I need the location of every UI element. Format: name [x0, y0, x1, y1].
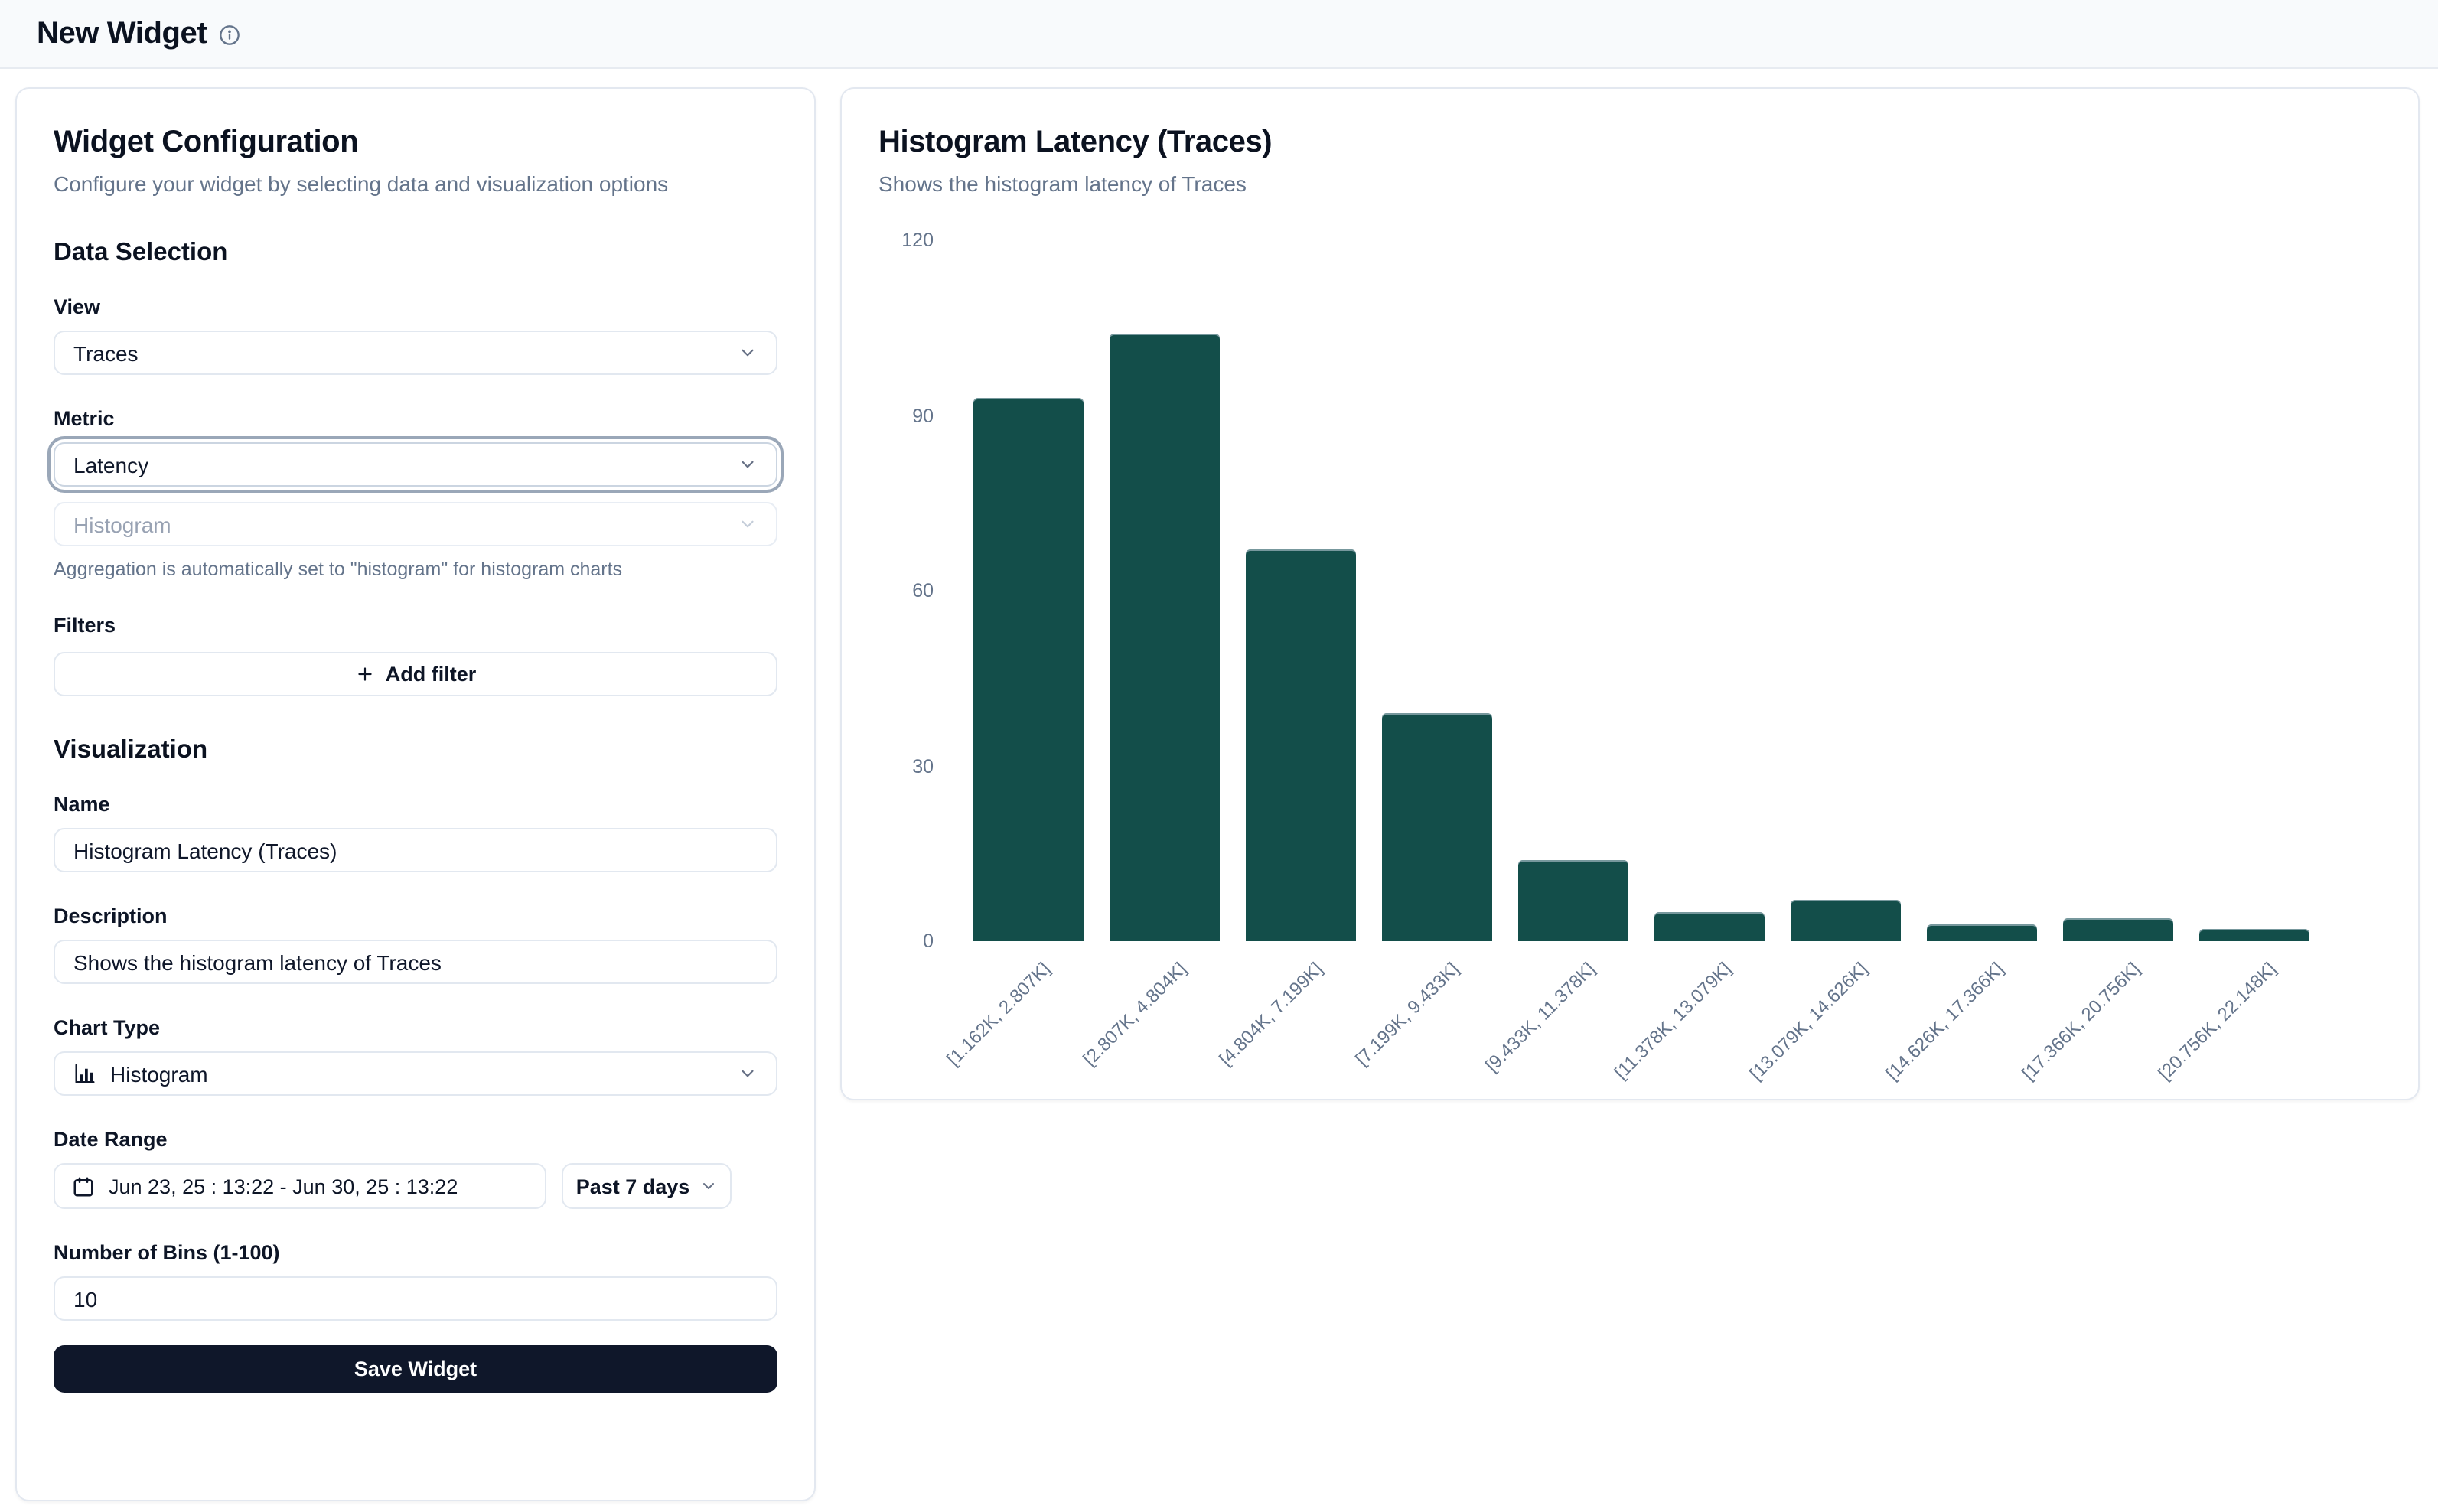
name-label: Name: [54, 793, 777, 816]
visualization-heading: Visualization: [54, 736, 777, 765]
view-label: View: [54, 295, 777, 318]
date-range-row: Jun 23, 25 : 13:22 - Jun 30, 25 : 13:22 …: [54, 1163, 777, 1209]
y-tick-label: 120: [878, 228, 934, 253]
preview-subtitle: Shows the histogram latency of Traces: [878, 170, 2381, 199]
metric-select[interactable]: Latency: [54, 442, 777, 487]
bins-label: Number of Bins (1-100): [54, 1241, 777, 1264]
metric-label: Metric: [54, 407, 777, 430]
chevron-down-icon: [738, 455, 758, 474]
content-area: Widget Configuration Configure your widg…: [0, 69, 2438, 1501]
histogram-bar: [1926, 924, 2036, 941]
aggregation-help-text: Aggregation is automatically set to "his…: [54, 557, 777, 582]
add-filter-label: Add filter: [386, 663, 477, 686]
chevron-down-icon: [738, 514, 758, 534]
histogram-chart: 0306090120[1.162K, 2.807K][2.807K, 4.804…: [878, 205, 2381, 1062]
x-tick-label: [9.433K, 11.378K]: [1377, 958, 1598, 1178]
chart-type-select[interactable]: Histogram: [54, 1051, 777, 1096]
page-title: New Widget: [37, 16, 207, 51]
save-widget-label: Save Widget: [354, 1357, 477, 1380]
date-preset-select[interactable]: Past 7 days: [562, 1163, 732, 1209]
x-tick-label: [7.199K, 9.433K]: [1241, 958, 1462, 1178]
histogram-bar: [2062, 918, 2172, 941]
x-tick-label: [2.807K, 4.804K]: [969, 958, 1189, 1178]
name-input[interactable]: [54, 828, 777, 872]
x-tick-label: [20.756K, 22.148K]: [2058, 958, 2279, 1178]
x-tick-label: [4.804K, 7.199K]: [1105, 958, 1325, 1178]
histogram-bar: [2198, 929, 2309, 941]
chart-preview-card: Histogram Latency (Traces) Shows the his…: [840, 87, 2420, 1100]
histogram-bar: [1109, 334, 1219, 941]
histogram-bar: [1245, 549, 1355, 941]
histogram-bar: [1517, 860, 1628, 941]
page-header: New Widget: [0, 0, 2438, 69]
histogram-chart-icon: [73, 1062, 96, 1085]
info-icon[interactable]: [219, 24, 240, 46]
chevron-down-icon: [738, 1064, 758, 1083]
date-range-label: Date Range: [54, 1128, 777, 1151]
config-title: Widget Configuration: [54, 125, 777, 161]
date-range-button[interactable]: Jun 23, 25 : 13:22 - Jun 30, 25 : 13:22: [54, 1163, 546, 1209]
description-input[interactable]: [54, 940, 777, 984]
histogram-bar: [1790, 900, 1900, 941]
x-tick-label: [14.626K, 17.366K]: [1786, 958, 2006, 1178]
x-tick-label: [17.366K, 20.756K]: [1922, 958, 2143, 1178]
view-select[interactable]: Traces: [54, 331, 777, 375]
x-tick-label: [13.079K, 14.626K]: [1650, 958, 1870, 1178]
y-tick-label: 0: [878, 929, 934, 953]
y-tick-label: 90: [878, 403, 934, 428]
add-filter-button[interactable]: Add filter: [54, 652, 777, 696]
histogram-bar: [1381, 713, 1491, 941]
new-widget-page: New Widget Widget Configuration Configur…: [0, 0, 2438, 1512]
y-tick-label: 60: [878, 578, 934, 603]
preview-title: Histogram Latency (Traces): [878, 125, 2381, 161]
x-tick-label: [11.378K, 13.079K]: [1514, 958, 1734, 1178]
description-label: Description: [54, 904, 777, 927]
plus-icon: [355, 664, 375, 684]
y-tick-label: 30: [878, 754, 934, 778]
widget-configuration-card: Widget Configuration Configure your widg…: [15, 87, 816, 1501]
chevron-down-icon: [699, 1177, 717, 1195]
save-widget-button[interactable]: Save Widget: [54, 1345, 777, 1393]
histogram-bar: [1654, 912, 1764, 941]
chart-type-label: Chart Type: [54, 1016, 777, 1039]
chevron-down-icon: [738, 343, 758, 363]
x-tick-label: [1.162K, 2.807K]: [833, 958, 1053, 1178]
metric-select-value: Latency: [73, 452, 148, 477]
aggregation-select: Histogram: [54, 502, 777, 546]
filters-label: Filters: [54, 614, 777, 637]
aggregation-select-value: Histogram: [73, 512, 171, 536]
date-preset-value: Past 7 days: [576, 1175, 690, 1198]
date-range-value: Jun 23, 25 : 13:22 - Jun 30, 25 : 13:22: [109, 1175, 458, 1198]
data-selection-heading: Data Selection: [54, 239, 777, 268]
bins-input[interactable]: [54, 1276, 777, 1321]
config-subtitle: Configure your widget by selecting data …: [54, 170, 777, 199]
histogram-bar: [973, 398, 1083, 941]
chart-type-value: Histogram: [110, 1061, 208, 1086]
view-select-value: Traces: [73, 341, 139, 365]
calendar-icon: [72, 1175, 95, 1198]
